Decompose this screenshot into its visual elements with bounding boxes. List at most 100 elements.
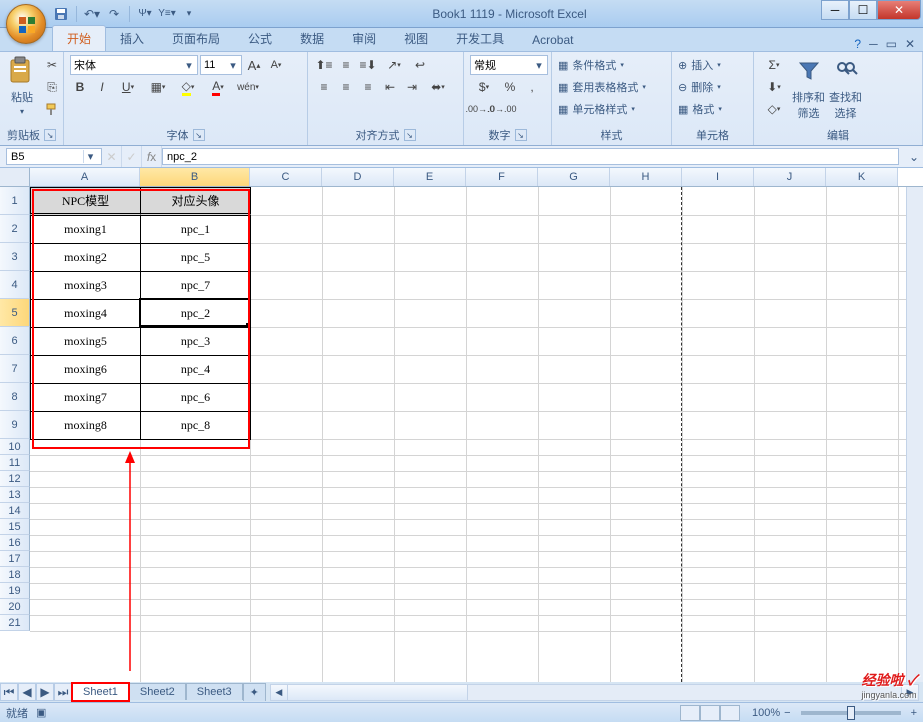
row-header-16[interactable]: 16 [0,535,30,551]
zoom-level[interactable]: 100% [752,707,780,719]
cell-A8[interactable]: moxing7 [30,383,141,412]
insert-cells-button[interactable]: ⊕插入▾ [678,55,721,75]
alignment-dialog-launcher[interactable]: ↘ [404,129,416,141]
grow-font-icon[interactable]: A▴ [244,55,264,75]
italic-icon[interactable]: I [92,77,112,97]
row-header-4[interactable]: 4 [0,271,30,299]
tab-acrobat[interactable]: Acrobat [518,29,587,51]
cell-B3[interactable]: npc_5 [140,243,251,272]
increase-indent-icon[interactable]: ⇥ [402,77,422,97]
tab-data[interactable]: 数据 [286,26,338,51]
minimize-ribbon-icon[interactable]: ─ [869,37,878,51]
accounting-format-icon[interactable]: $▾ [470,77,498,97]
align-top-icon[interactable]: ⬆≡ [314,55,334,75]
normal-view-icon[interactable] [680,705,700,721]
tab-page-layout[interactable]: 页面布局 [158,26,234,51]
vertical-scrollbar[interactable] [906,187,923,682]
copy-icon[interactable]: ⎘ [42,77,62,97]
next-sheet-icon[interactable]: ▶ [36,683,54,701]
row-header-10[interactable]: 10 [0,439,30,455]
zoom-in-icon[interactable]: + [911,707,917,719]
page-layout-view-icon[interactable] [700,705,720,721]
page-break-view-icon[interactable] [720,705,740,721]
enter-formula-icon[interactable]: ✓ [122,146,142,167]
cell-B4[interactable]: npc_7 [140,271,251,300]
cell-A5[interactable]: moxing4 [30,299,141,328]
row-header-12[interactable]: 12 [0,471,30,487]
cell-A1[interactable]: NPC模型 [30,187,141,216]
autosum-icon[interactable]: Σ▾ [760,55,788,75]
cell-A3[interactable]: moxing2 [30,243,141,272]
col-header-G[interactable]: G [538,168,610,186]
redo-icon[interactable]: ↷ [105,5,123,23]
row-header-17[interactable]: 17 [0,551,30,567]
font-size-combo[interactable]: 11▾ [200,55,242,75]
number-dialog-launcher[interactable]: ↘ [515,129,527,141]
sort-filter-button[interactable]: 排序和 筛选 [792,55,825,121]
row-header-21[interactable]: 21 [0,615,30,631]
last-sheet-icon[interactable]: ⏭ [54,683,72,701]
qat-customize-icon[interactable]: ▾ [180,5,198,23]
name-box-dropdown-icon[interactable]: ▾ [83,150,97,163]
office-button[interactable] [6,4,46,44]
formula-input[interactable]: npc_2 [162,148,899,165]
col-header-C[interactable]: C [250,168,322,186]
expand-formula-bar-icon[interactable]: ⌄ [905,146,923,167]
sheet-tab-3[interactable]: Sheet3 [186,683,243,700]
row-header-9[interactable]: 9 [0,411,30,439]
tab-insert[interactable]: 插入 [106,26,158,51]
paste-button[interactable]: 粘贴▾ [6,55,38,116]
col-header-K[interactable]: K [826,168,898,186]
col-header-H[interactable]: H [610,168,682,186]
cell-B2[interactable]: npc_1 [140,215,251,244]
clipboard-dialog-launcher[interactable]: ↘ [44,129,56,141]
close-workbook-icon[interactable]: ✕ [905,37,915,51]
row-header-18[interactable]: 18 [0,567,30,583]
row-header-7[interactable]: 7 [0,355,30,383]
col-header-D[interactable]: D [322,168,394,186]
font-name-combo[interactable]: 宋体▾ [70,55,198,75]
close-button[interactable]: ✕ [877,0,921,20]
tab-formulas[interactable]: 公式 [234,26,286,51]
row-header-8[interactable]: 8 [0,383,30,411]
save-icon[interactable] [52,5,70,23]
underline-icon[interactable]: U▾ [114,77,142,97]
orientation-icon[interactable]: ↗▾ [380,55,408,75]
tab-view[interactable]: 视图 [390,26,442,51]
cell-B7[interactable]: npc_4 [140,355,251,384]
font-dialog-launcher[interactable]: ↘ [193,129,205,141]
conditional-format-button[interactable]: ▦条件格式▾ [558,55,624,75]
cell-grid[interactable]: NPC模型对应头像moxing1npc_1moxing2npc_5moxing3… [30,187,906,682]
undo-icon[interactable]: ↶▾ [83,5,101,23]
zoom-out-icon[interactable]: − [784,707,790,719]
cell-A6[interactable]: moxing5 [30,327,141,356]
row-header-5[interactable]: 5 [0,299,30,327]
row-header-1[interactable]: 1 [0,187,30,215]
decrease-decimal-icon[interactable]: .0→.00 [492,99,512,119]
align-center-icon[interactable]: ≡ [336,77,356,97]
help-icon[interactable]: ? [854,37,861,51]
select-all-corner[interactable] [0,168,30,186]
merge-center-icon[interactable]: ⬌▾ [424,77,452,97]
maximize-button[interactable]: ☐ [849,0,877,20]
insert-function-icon[interactable]: fx [142,146,162,167]
cell-B9[interactable]: npc_8 [140,411,251,440]
border-icon[interactable]: ▦▾ [144,77,172,97]
percent-icon[interactable]: % [500,77,520,97]
minimize-button[interactable]: ─ [821,0,849,20]
row-header-15[interactable]: 15 [0,519,30,535]
align-right-icon[interactable]: ≡ [358,77,378,97]
font-color-icon[interactable]: A▾ [204,77,232,97]
row-header-6[interactable]: 6 [0,327,30,355]
qat-custom2-icon[interactable]: Y≡▾ [158,5,176,23]
col-header-A[interactable]: A [30,168,140,186]
cut-icon[interactable]: ✂ [42,55,62,75]
cell-A4[interactable]: moxing3 [30,271,141,300]
qat-custom1-icon[interactable]: Ψ▾ [136,5,154,23]
row-header-2[interactable]: 2 [0,215,30,243]
cancel-formula-icon[interactable]: ✕ [102,146,122,167]
cell-B5[interactable]: npc_2 [140,299,251,328]
shrink-font-icon[interactable]: A▾ [266,55,286,75]
find-select-button[interactable]: 查找和 选择 [829,55,862,121]
cell-B8[interactable]: npc_6 [140,383,251,412]
